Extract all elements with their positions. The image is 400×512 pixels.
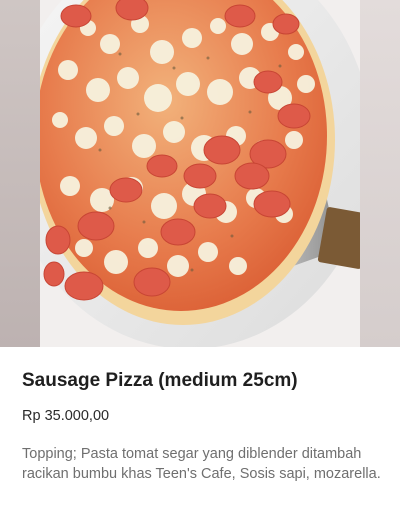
product-title: Sausage Pizza (medium 25cm) [22, 370, 298, 391]
product-detail-screen: Sausage Pizza (medium 25cm) Rp 35.000,00… [0, 0, 400, 512]
product-photo [40, 0, 360, 347]
pizza-image [40, 0, 360, 347]
photo-right-edge [360, 0, 400, 347]
product-price: Rp 35.000,00 [22, 408, 110, 424]
product-description: Topping; Pasta tomat segar yang diblende… [22, 446, 381, 482]
product-photo-area[interactable] [0, 0, 400, 347]
photo-left-edge [0, 0, 40, 347]
